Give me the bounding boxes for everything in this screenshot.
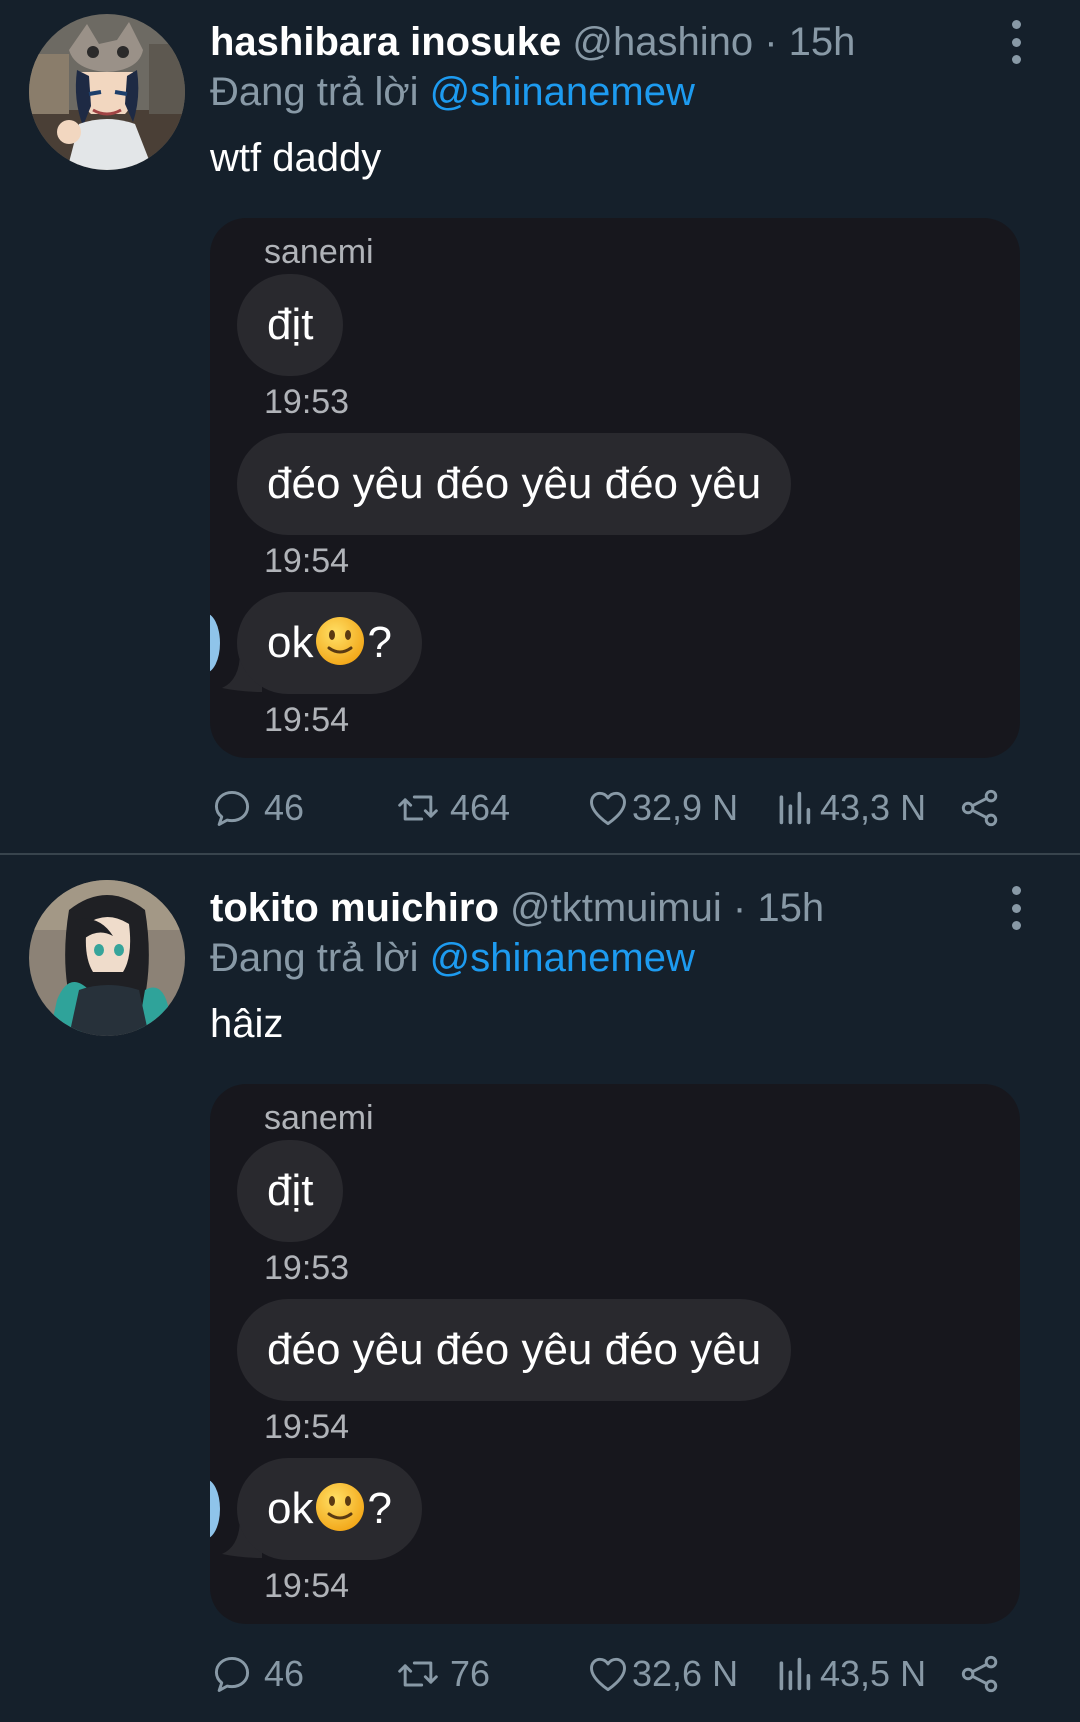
- tweet-time[interactable]: 15h: [757, 886, 824, 930]
- retweet-icon: [398, 1661, 438, 1687]
- chat-sender-avatar: [210, 1479, 220, 1539]
- chat-bubble: đéo yêu đéo yêu đéo yêu: [237, 433, 792, 535]
- tweet-divider: [0, 853, 1080, 855]
- reply-button[interactable]: 46: [210, 1652, 304, 1696]
- avatar[interactable]: [29, 14, 185, 170]
- replying-to-line: Đang trả lời @shinanemew: [210, 934, 695, 982]
- views-count: 43,5 N: [820, 1653, 927, 1694]
- share-icon: [961, 1655, 998, 1693]
- chat-bubble-text: ok: [267, 618, 314, 667]
- like-button[interactable]: 32,9 N: [586, 786, 738, 830]
- separator-dot: ·: [732, 886, 747, 930]
- tweet-header: tokito muichiro @tktmuimui · 15h: [210, 884, 824, 932]
- tweet-media-chat-screenshot[interactable]: sanemi địt 19:53 đéo yêu đéo yêu đéo yêu…: [210, 1084, 1020, 1624]
- tweet-text: wtf daddy: [210, 136, 382, 180]
- display-name[interactable]: tokito muichiro: [210, 886, 499, 930]
- chat-sender-avatar: [210, 613, 220, 673]
- tweet-time[interactable]: 15h: [789, 20, 856, 64]
- views-count: 43,3 N: [820, 787, 927, 828]
- slightly-smiling-face-icon: [316, 617, 365, 665]
- tweet-actions: 46 76 32,6 N 43,5 N: [210, 1652, 1020, 1696]
- heart-icon: [590, 1657, 626, 1692]
- comment-bubble-icon: [214, 790, 250, 826]
- display-name[interactable]: hashibara inosuke: [210, 20, 561, 64]
- replying-prefix: Đang trả lời: [210, 70, 419, 114]
- chat-bubble-text: ?: [367, 1484, 392, 1533]
- avatar[interactable]: [29, 880, 185, 1036]
- retweet-button[interactable]: 464: [396, 786, 510, 830]
- user-handle[interactable]: @hashino: [572, 20, 753, 64]
- chat-bubble: địt: [237, 1140, 344, 1242]
- tweet[interactable]: hashibara inosuke @hashino · 15h Đang tr…: [0, 0, 1080, 855]
- views-bar-chart-icon: [779, 1657, 811, 1691]
- reply-count: 46: [264, 787, 305, 828]
- tweet-actions: 46 464 32,9 N 43,3 N: [210, 786, 1020, 830]
- chat-message-time: 19:53: [264, 383, 350, 421]
- views-button[interactable]: 43,3 N: [776, 786, 926, 830]
- reply-count: 46: [264, 1653, 305, 1694]
- chat-message-time: 19:54: [264, 1408, 350, 1446]
- chat-bubble: địt: [237, 274, 344, 376]
- replying-prefix: Đang trả lời: [210, 936, 419, 980]
- share-button[interactable]: [958, 1652, 1002, 1696]
- chat-sender-name: sanemi: [264, 1099, 374, 1137]
- chat-sender-name: sanemi: [264, 233, 374, 271]
- chat-bubble: ok ?: [237, 592, 422, 694]
- replying-to-link[interactable]: @shinanemew: [430, 70, 695, 114]
- user-handle[interactable]: @tktmuimui: [510, 886, 722, 930]
- tweet-text: hâiz: [210, 1002, 284, 1046]
- replying-to-line: Đang trả lời @shinanemew: [210, 68, 695, 116]
- reply-button[interactable]: 46: [210, 786, 304, 830]
- retweet-icon: [398, 795, 438, 821]
- chat-message-time: 19:54: [264, 542, 350, 580]
- heart-icon: [590, 791, 626, 826]
- retweet-count: 76: [450, 1653, 491, 1694]
- tweet-media-chat-screenshot[interactable]: sanemi địt 19:53 đéo yêu đéo yêu đéo yêu…: [210, 218, 1020, 758]
- tweet[interactable]: tokito muichiro @tktmuimui · 15h Đang tr…: [0, 866, 1080, 1721]
- tweet-header: hashibara inosuke @hashino · 15h: [210, 18, 855, 66]
- share-button[interactable]: [958, 786, 1002, 830]
- chat-bubble-text: ok: [267, 1484, 314, 1533]
- slightly-smiling-face-icon: [316, 1483, 365, 1531]
- comment-bubble-icon: [214, 1656, 250, 1692]
- like-button[interactable]: 32,6 N: [586, 1652, 738, 1696]
- retweet-count: 464: [450, 787, 511, 828]
- like-count: 32,6 N: [632, 1653, 739, 1694]
- replying-to-link[interactable]: @shinanemew: [430, 936, 695, 980]
- like-count: 32,9 N: [632, 787, 739, 828]
- chat-message-time: 19:53: [264, 1249, 350, 1287]
- share-icon: [961, 789, 998, 827]
- more-options-icon[interactable]: [1003, 20, 1029, 64]
- views-button[interactable]: 43,5 N: [776, 1652, 926, 1696]
- more-options-icon[interactable]: [1003, 886, 1029, 930]
- chat-message-time: 19:54: [264, 701, 350, 739]
- chat-bubble: ok ?: [237, 1458, 422, 1560]
- chat-message-time: 19:54: [264, 1567, 350, 1605]
- views-bar-chart-icon: [779, 791, 811, 825]
- retweet-button[interactable]: 76: [396, 1652, 490, 1696]
- separator-dot: ·: [764, 20, 778, 64]
- chat-bubble-text: ?: [367, 618, 392, 667]
- chat-bubble: đéo yêu đéo yêu đéo yêu: [237, 1299, 792, 1401]
